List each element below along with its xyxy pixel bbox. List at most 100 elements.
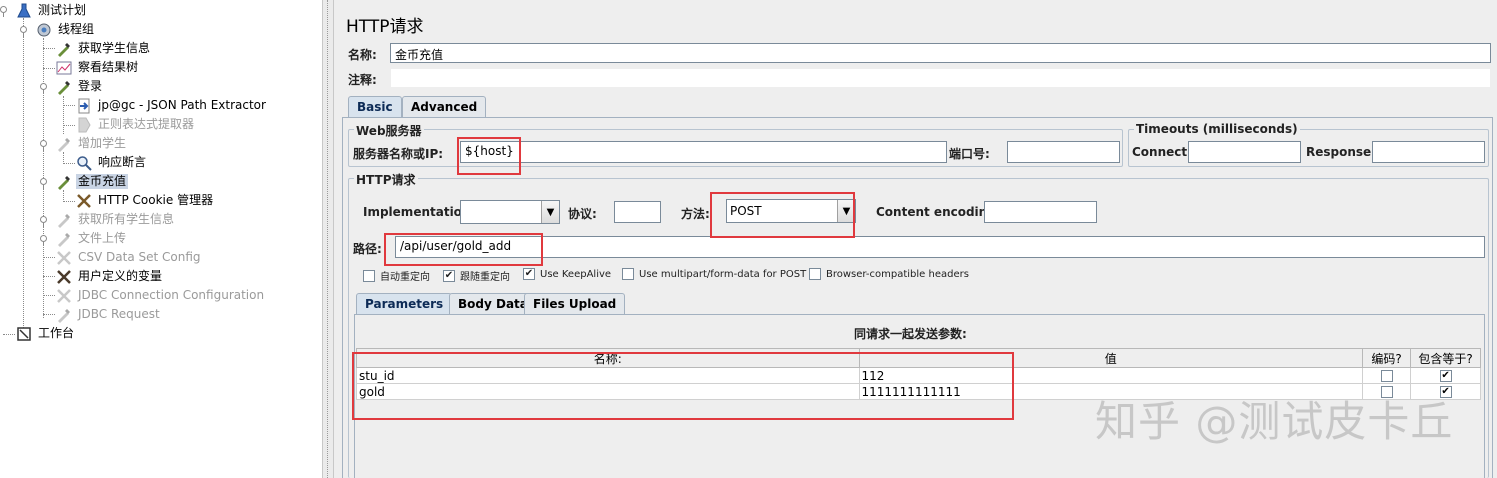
option-label: 跟随重定向	[460, 272, 510, 283]
content-encoding-label: Content encoding:	[876, 205, 1001, 219]
tab-files-upload[interactable]: Files Upload	[524, 293, 626, 315]
server-field[interactable]: ${host}	[460, 141, 947, 163]
tree-node-label: 线程组	[58, 22, 95, 36]
expand-handle[interactable]	[0, 6, 7, 17]
implementation-select[interactable]: ▼	[460, 200, 560, 224]
server-label: 服务器名称或IP:	[353, 147, 444, 161]
tree-node-label: 察看结果树	[78, 60, 139, 74]
tree-node-get-student[interactable]: 获取学生信息	[56, 39, 152, 58]
port-field[interactable]	[1007, 141, 1120, 163]
method-label: 方法:	[681, 207, 710, 221]
highlight-box-params	[352, 352, 1014, 420]
pipette-icon	[56, 231, 74, 247]
tab-basic[interactable]: Basic	[348, 96, 402, 118]
tree-node-thread-group[interactable]: 线程组	[36, 20, 96, 39]
connect-field[interactable]	[1188, 141, 1301, 163]
option-browser-headers[interactable]: Browser-compatible headers	[809, 268, 969, 280]
option-label: Browser-compatible headers	[826, 268, 969, 280]
tree-node-user-variables[interactable]: 用户定义的变量	[56, 267, 164, 286]
chevron-down-icon[interactable]: ▼	[541, 201, 559, 223]
splitter-grip	[327, 0, 329, 478]
tree-node-label: 工作台	[38, 326, 75, 340]
tree-node-label: JDBC Request	[78, 307, 160, 321]
column-header-encode[interactable]: 编码?	[1362, 348, 1412, 368]
checkbox[interactable]	[809, 268, 821, 280]
pane-splitter[interactable]	[322, 0, 334, 478]
checkbox[interactable]: ✔	[1439, 370, 1452, 382]
checkbox[interactable]: ✔	[523, 268, 535, 280]
param-encode-cell[interactable]	[1362, 367, 1412, 384]
tree-node-gold-recharge[interactable]: 金币充值	[56, 172, 129, 191]
watermark: 知乎 @测试皮卡丘	[1095, 397, 1454, 446]
expand-handle[interactable]	[40, 178, 47, 189]
tree-node-label: 文件上传	[78, 231, 127, 245]
tools-icon	[56, 288, 74, 304]
tree-node-cookie-manager[interactable]: HTTP Cookie 管理器	[76, 191, 215, 210]
tree-node-file-upload[interactable]: 文件上传	[56, 229, 128, 248]
tree-node-label: CSV Data Set Config	[78, 250, 201, 264]
name-label: 名称:	[348, 48, 377, 62]
tree-node-login[interactable]: 登录	[56, 77, 104, 96]
expand-handle[interactable]	[20, 26, 27, 37]
tree-node-workbench[interactable]: 工作台	[16, 324, 76, 343]
pipette-icon	[56, 41, 74, 57]
expand-handle[interactable]	[40, 140, 47, 151]
tree-node-csv-config[interactable]: CSV Data Set Config	[56, 248, 203, 267]
tab-advanced[interactable]: Advanced	[402, 96, 487, 118]
port-label: 端口号:	[949, 147, 990, 161]
response-label: Response:	[1306, 145, 1376, 159]
content-encoding-field[interactable]	[984, 201, 1097, 223]
tree-node-response-assertion[interactable]: 响应断言	[76, 153, 148, 172]
tree-node-test-plan[interactable]: 测试计划	[16, 1, 88, 20]
tree-node-json-extractor[interactable]: jp@gc - JSON Path Extractor	[76, 96, 268, 115]
tree-node-label: JDBC Connection Configuration	[78, 288, 265, 302]
name-field[interactable]: 金币充值	[390, 43, 1491, 63]
protocol-field[interactable]	[614, 201, 661, 223]
option-label: 自动重定向	[380, 272, 430, 283]
tree-node-jdbc-request[interactable]: JDBC Request	[56, 305, 162, 324]
tab-parameters[interactable]: Parameters	[356, 293, 453, 315]
option-keepalive[interactable]: ✔ Use KeepAlive	[523, 268, 611, 280]
pipette-icon	[56, 307, 74, 323]
arrow-doc-icon	[76, 98, 94, 114]
expand-handle[interactable]	[40, 216, 47, 227]
comment-field[interactable]	[390, 68, 1491, 88]
timeouts-group-title: Timeouts (milliseconds)	[1134, 122, 1300, 136]
web-server-group-title: Web服务器	[354, 122, 424, 139]
tree-node-label: 测试计划	[38, 3, 87, 17]
tree-node-label: 获取学生信息	[78, 41, 151, 55]
tree-node-jdbc-connection[interactable]: JDBC Connection Configuration	[56, 286, 266, 305]
tools-icon	[56, 250, 74, 266]
comment-label: 注释:	[348, 73, 377, 87]
tree-node-label: 增加学生	[78, 136, 127, 150]
tree-node-regex-extractor[interactable]: 正则表达式提取器	[76, 115, 196, 134]
tree-node-results-tree[interactable]: 察看结果树	[56, 58, 140, 77]
checkbox[interactable]	[622, 268, 634, 280]
response-field[interactable]	[1372, 141, 1485, 163]
path-field[interactable]: /api/user/gold_add	[395, 236, 1485, 258]
gear-icon	[36, 22, 54, 38]
tree-node-add-student[interactable]: 增加学生	[56, 134, 128, 153]
expand-handle[interactable]	[40, 83, 47, 94]
tree-node-get-all-students[interactable]: 获取所有学生信息	[56, 210, 176, 229]
checkbox[interactable]: ✔	[443, 269, 455, 282]
pipette-icon	[56, 136, 74, 152]
tree-node-label: 正则表达式提取器	[98, 117, 195, 131]
option-multipart[interactable]: Use multipart/form-data for POST	[622, 268, 806, 280]
column-header-include-equals[interactable]: 包含等于?	[1410, 348, 1481, 368]
implementation-label: Implementation:	[363, 205, 476, 219]
option-label: Use KeepAlive	[540, 268, 612, 280]
checkbox[interactable]	[1380, 370, 1393, 382]
page-title: HTTP请求	[346, 17, 424, 37]
highlight-box-method	[710, 192, 855, 238]
option-label: Use multipart/form-data for POST	[639, 268, 807, 280]
checkbox[interactable]	[363, 269, 375, 282]
magnifier-icon	[76, 155, 94, 171]
chart-icon	[56, 60, 74, 76]
test-plan-tree[interactable]: 测试计划 线程组 获取学生信息 察看结果树 登录 jp@gc - JSON Pa…	[0, 0, 322, 478]
param-include-equals-cell[interactable]: ✔	[1410, 367, 1481, 384]
pipette-icon	[56, 212, 74, 228]
option-follow-redirect[interactable]: ✔ 跟随重定向	[443, 268, 510, 283]
expand-handle[interactable]	[40, 235, 47, 246]
option-auto-redirect[interactable]: 自动重定向	[363, 268, 430, 283]
